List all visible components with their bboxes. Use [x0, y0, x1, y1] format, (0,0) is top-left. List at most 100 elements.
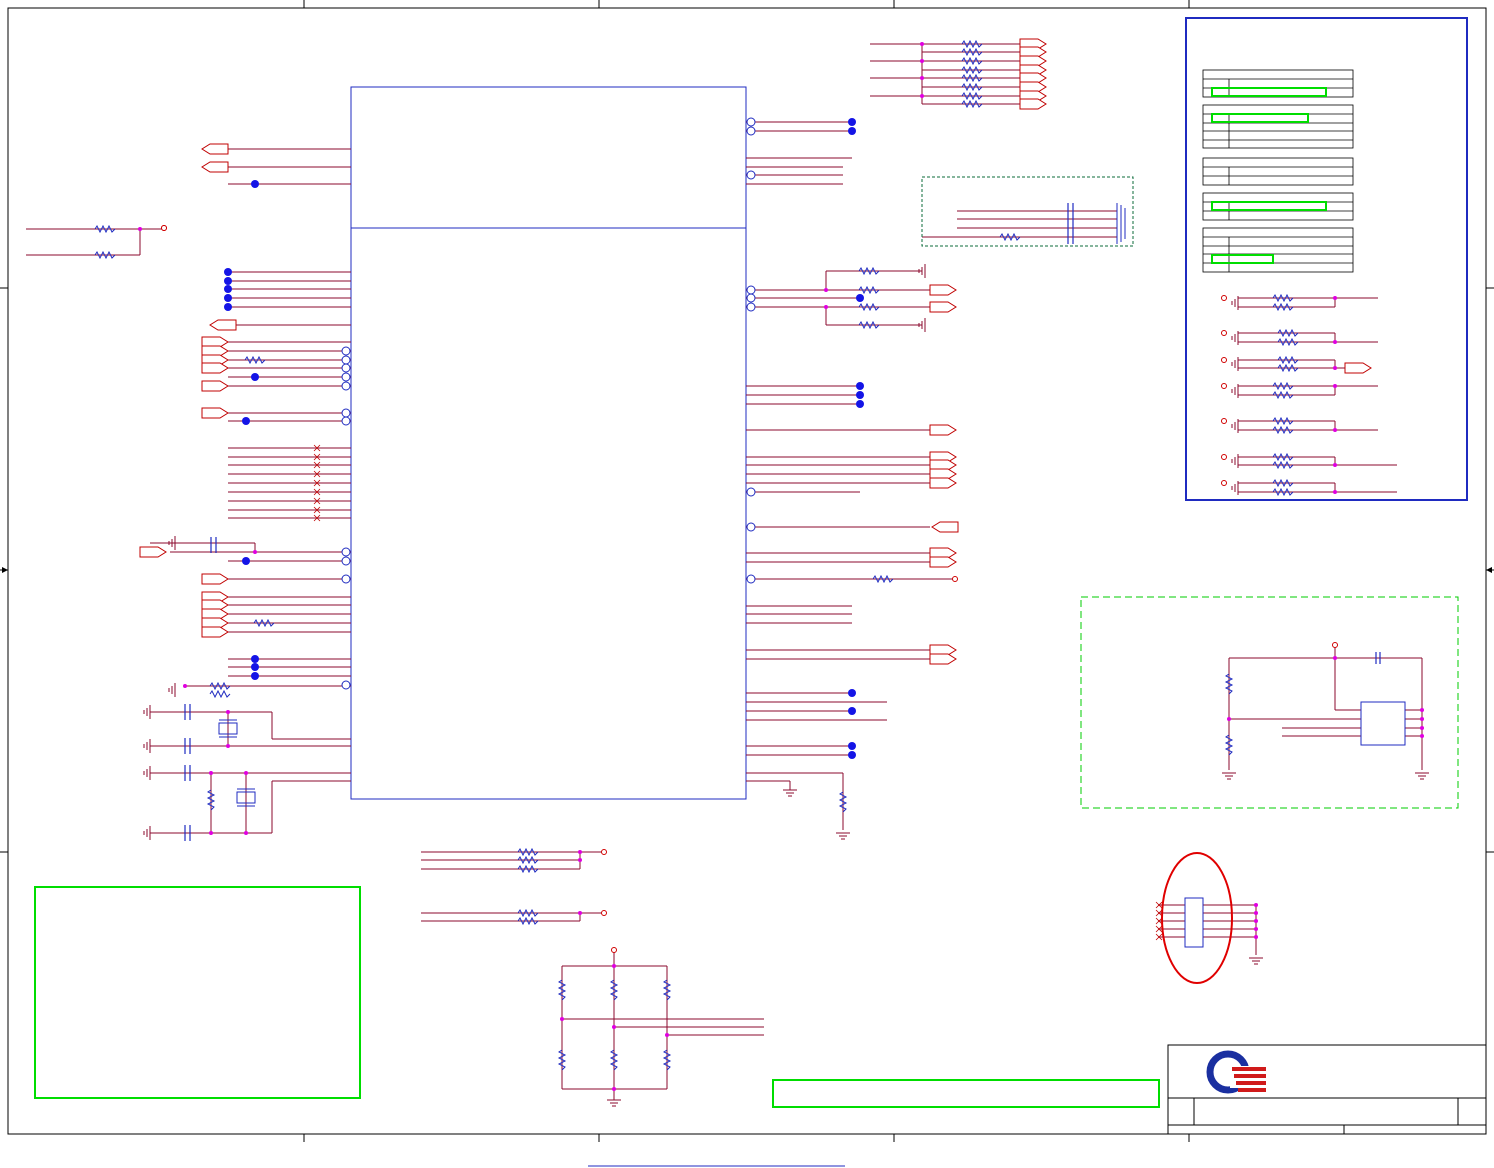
node-marker	[1420, 734, 1424, 738]
power-node-marker	[611, 947, 617, 953]
node-marker	[1254, 935, 1258, 939]
open-pin-marker	[341, 416, 351, 426]
node-marker	[612, 964, 616, 968]
node-marker	[1333, 463, 1337, 467]
junction-dot	[856, 391, 864, 399]
open-pin-marker	[746, 302, 756, 312]
offpage-connector	[929, 424, 957, 436]
node-marker	[824, 288, 828, 292]
open-pin-marker	[341, 408, 351, 418]
power-node-marker	[1221, 330, 1227, 336]
open-pin-marker	[341, 556, 351, 566]
offpage-connector	[929, 284, 957, 296]
capacitor-array-symbol	[1116, 203, 1126, 244]
junction-dot	[224, 277, 232, 285]
node-marker	[920, 76, 924, 80]
node-marker	[1333, 340, 1337, 344]
junction-dot	[856, 400, 864, 408]
offpage-connector	[929, 556, 957, 568]
offpage-connector	[201, 161, 229, 173]
power-node-marker	[1221, 383, 1227, 389]
schematic-sheet	[0, 0, 1494, 1167]
no-connect-markers	[313, 444, 1163, 941]
node-marker	[1420, 726, 1424, 730]
offpage-connector	[201, 626, 229, 638]
highlight-bar	[772, 1079, 1160, 1108]
node-marker	[1254, 903, 1258, 907]
node-marker	[1420, 708, 1424, 712]
node-marker	[1333, 296, 1337, 300]
node-marker	[1254, 911, 1258, 915]
junction-dot	[251, 373, 259, 381]
junction-dot	[848, 118, 856, 126]
offpage-connector	[139, 546, 167, 558]
power-node-marker	[601, 910, 607, 916]
node-marker	[1227, 717, 1231, 721]
open-pin-marker	[746, 170, 756, 180]
offpage-connector	[201, 380, 229, 392]
offpage-connector	[201, 143, 229, 155]
open-pin-marker	[746, 487, 756, 497]
junction-dots	[224, 118, 864, 759]
node-marker	[244, 831, 248, 835]
junction-dot	[251, 672, 259, 680]
power-node-marker	[1221, 454, 1227, 460]
company-logo-icon	[1206, 1050, 1266, 1094]
junction-dot	[848, 127, 856, 135]
node-marker	[612, 1087, 616, 1091]
junction-dot	[251, 663, 259, 671]
open-pin-marker	[746, 117, 756, 127]
junction-dot	[848, 689, 856, 697]
open-pin-marker	[341, 355, 351, 365]
junction-dot	[848, 751, 856, 759]
junction-dot	[856, 382, 864, 390]
node-marker	[1420, 717, 1424, 721]
node-marker	[612, 1025, 616, 1029]
resistor-symbols	[94, 39, 1299, 1071]
node-marker	[578, 858, 582, 862]
notes-box	[34, 886, 361, 1099]
junction-dot	[224, 294, 232, 302]
open-pin-marker	[341, 346, 351, 356]
junction-dot	[251, 655, 259, 663]
open-pin-marker	[746, 285, 756, 295]
crystal-symbols	[218, 719, 256, 807]
power-node-marker	[1221, 418, 1227, 424]
node-marker	[1333, 384, 1337, 388]
node-marker	[1254, 927, 1258, 931]
open-pin-marker	[341, 547, 351, 557]
offpage-connector	[929, 477, 957, 489]
power-node-marker	[161, 225, 167, 231]
node-marker	[1254, 919, 1258, 923]
node-marker	[665, 1033, 669, 1037]
offpage-connector	[929, 301, 957, 313]
offpage-connector	[931, 521, 959, 533]
power-node-marker	[1332, 642, 1338, 648]
junction-dot	[224, 268, 232, 276]
right-pin-wires	[746, 121, 955, 756]
open-pin-marker	[746, 126, 756, 136]
node-marker	[560, 1017, 564, 1021]
open-pin-marker	[341, 363, 351, 373]
junction-dot	[856, 294, 864, 302]
junction-dot	[242, 557, 250, 565]
power-node-marker	[1221, 480, 1227, 486]
junction-dot	[848, 742, 856, 750]
offpage-connector	[929, 653, 957, 665]
junction-dot	[251, 180, 259, 188]
offpage-connector	[1344, 362, 1372, 374]
node-marker	[226, 710, 230, 714]
node-marker	[920, 42, 924, 46]
node-marker	[920, 94, 924, 98]
node-marker	[920, 59, 924, 63]
node-marker	[1333, 490, 1337, 494]
offpage-connector	[209, 319, 237, 331]
node-marker	[209, 771, 213, 775]
offpage-connector	[201, 407, 229, 419]
strap-tables	[1202, 69, 1354, 273]
power-node-marker	[601, 849, 607, 855]
node-marker	[578, 850, 582, 854]
node-marker	[1333, 366, 1337, 370]
offpage-connector	[201, 573, 229, 585]
node-marker	[226, 744, 230, 748]
